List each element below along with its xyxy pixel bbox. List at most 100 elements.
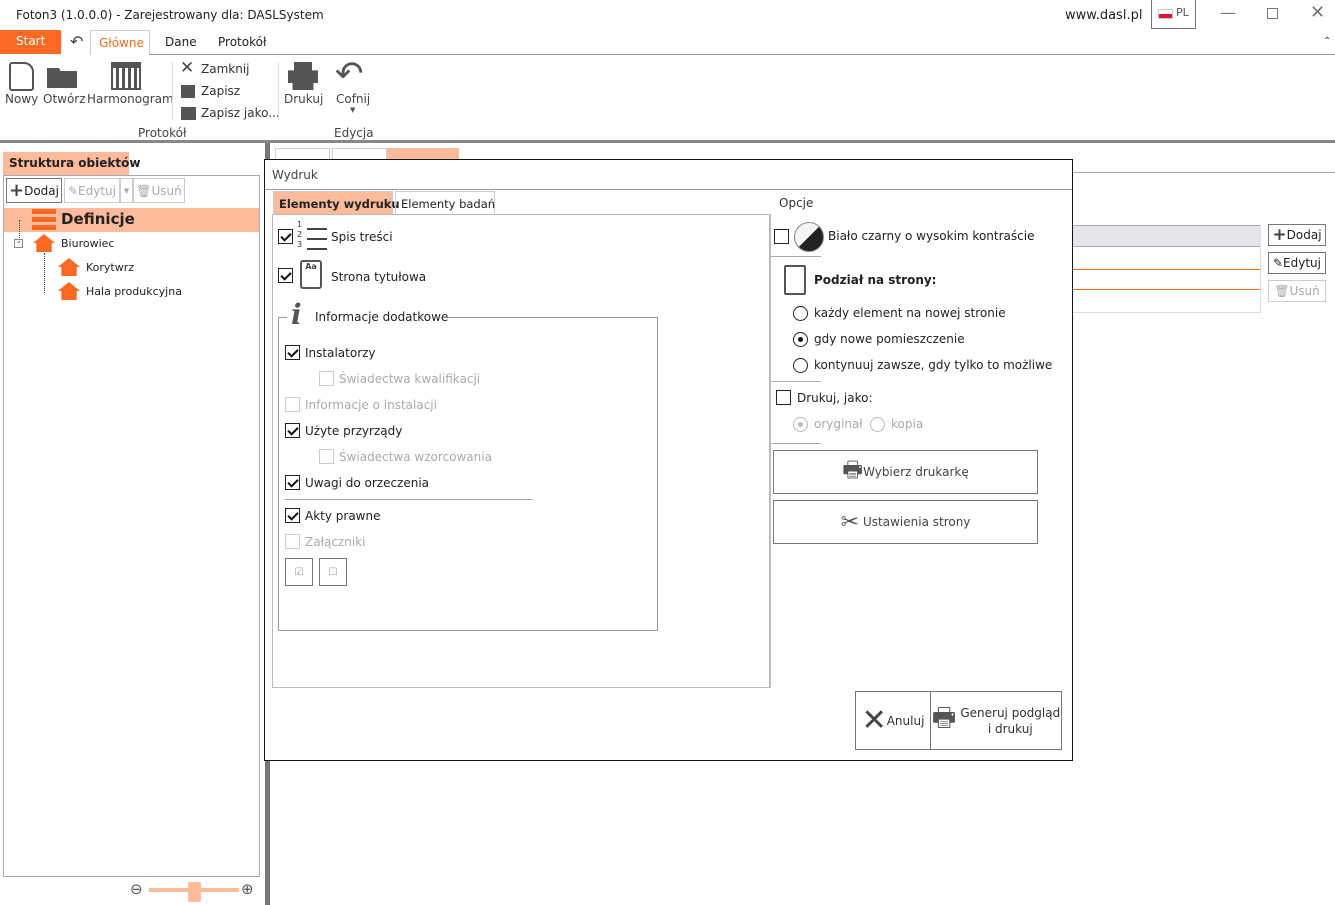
open-button[interactable]: Otwórz [43, 60, 86, 108]
bw-checkbox[interactable] [774, 229, 789, 244]
poland-flag-icon [1158, 9, 1173, 19]
tree-item-biurowiec[interactable]: Biurowiec [61, 237, 114, 250]
remarks-label: Uwagi do orzeczenia [305, 476, 430, 490]
printer-icon [288, 62, 318, 90]
print-elements-panel: 123 Spis treści Aa Strona tytułowa i Inf… [272, 214, 770, 688]
dialog-title: Wydruk [272, 168, 318, 182]
website-link[interactable]: www.dasl.pl [1065, 8, 1142, 23]
generate-print-button[interactable]: 🖶 Generuj podgląd i drukuj [930, 691, 1062, 750]
print-button[interactable]: Drukuj [284, 60, 324, 108]
bw-label: Biało czarny o wysokim kontraście [828, 229, 1035, 243]
schedule-button[interactable]: Harmonogram [87, 60, 174, 108]
choose-printer-button[interactable]: 🖶 Wybierz drukarkę [773, 450, 1038, 494]
tab-protokol[interactable]: Protokół [218, 35, 266, 49]
tree-item[interactable]: Korytwrz [86, 261, 134, 274]
qualifications-label: Świadectwa kwalifikacji [339, 372, 481, 386]
title-page-icon: Aa [300, 260, 322, 289]
undo-icon: ↶ [335, 54, 364, 94]
quick-undo-icon[interactable]: ↶ [70, 32, 83, 51]
language-button[interactable]: PL [1151, 0, 1196, 29]
title-page-checkbox[interactable] [278, 268, 293, 283]
edit-dropdown[interactable]: ▼ [120, 178, 133, 203]
floppy-multiple-icon [181, 107, 196, 120]
close-button[interactable]: ✕ [1310, 2, 1325, 23]
tab-glowne[interactable]: Główne [90, 30, 150, 55]
undo-button[interactable]: ↶ Cofnij ▼ [335, 54, 371, 118]
list-icon [32, 209, 56, 231]
contrast-icon [794, 222, 824, 252]
split-continue-label: kontynuuj zawsze, gdy tylko to możliwe [814, 358, 1053, 372]
collapse-ribbon-icon[interactable]: ⌃ [1323, 36, 1331, 47]
check-all-button[interactable]: ☑ [285, 558, 313, 586]
attachments-checkbox[interactable] [285, 534, 300, 549]
tab-print-elements[interactable]: Elementy wydruku [273, 191, 400, 215]
delete-button[interactable]: 🗑 Usuń [133, 178, 185, 203]
installers-label: Instalatorzy [305, 346, 376, 360]
zoom-in-icon[interactable]: ⊕ [241, 880, 254, 898]
legal-acts-label: Akty prawne [305, 509, 381, 523]
split-room-radio[interactable] [793, 332, 808, 347]
split-room-label: gdy nowe pomieszczenie [814, 332, 965, 346]
cancel-x-icon: ✕ [861, 703, 887, 738]
uncheck-all-button[interactable]: ☐ [319, 558, 347, 586]
bg-delete-button[interactable]: 🗑 Usuń [1268, 280, 1326, 302]
zoom-slider-thumb[interactable] [188, 882, 201, 902]
minimize-button[interactable]: — [1220, 3, 1236, 22]
additional-info-group: i Informacje dodatkowe Instalatorzy Świa… [278, 298, 658, 631]
zoom-out-icon[interactable]: ⊖ [130, 880, 143, 898]
calibration-checkbox[interactable] [319, 449, 334, 464]
tab-test-elements[interactable]: Elementy badań [395, 191, 495, 215]
cancel-button[interactable]: ✕ Anuluj [855, 691, 931, 750]
attachments-label: Załączniki [305, 535, 366, 549]
tab-dane[interactable]: Dane [165, 35, 197, 49]
window-title: Foton3 (1.0.0.0) - Zarejestrowany dla: D… [16, 8, 324, 22]
tree-item-definicje[interactable]: Definicje [4, 208, 259, 232]
save-button[interactable]: Zapisz [180, 82, 270, 100]
title-page-label: Strona tytułowa [331, 270, 427, 284]
split-header: Podział na strony: [814, 273, 937, 287]
ribbon-group-edycja: Edycja [334, 126, 374, 140]
trash-icon: 🗑 [136, 183, 152, 198]
original-label: oryginał [814, 417, 863, 431]
page-break-icon [784, 265, 806, 295]
legal-acts-checkbox[interactable] [285, 508, 300, 523]
start-button[interactable]: Start [0, 30, 61, 54]
toc-label: Spis treści [331, 230, 393, 244]
tab-structure[interactable]: Struktura obiektów [3, 152, 140, 176]
toc-checkbox[interactable] [278, 229, 293, 244]
new-button[interactable]: Nowy [5, 60, 41, 108]
remarks-checkbox[interactable] [285, 475, 300, 490]
split-continue-radio[interactable] [793, 358, 808, 373]
printer-icon: 🖶 [931, 702, 957, 733]
tree-item[interactable]: Hala produkcyjna [86, 285, 182, 298]
maximize-button[interactable] [1267, 8, 1278, 19]
installers-checkbox[interactable] [285, 345, 300, 360]
close-protocol-button[interactable]: ✕ Zamknij [180, 58, 270, 78]
page-setup-button[interactable]: ✂ Ustawienia strony [773, 500, 1038, 544]
folder-icon [47, 68, 77, 88]
print-as-checkbox[interactable] [776, 390, 791, 405]
language-label: PL [1176, 6, 1189, 19]
split-each-radio[interactable] [793, 306, 808, 321]
pencil-icon: ✎ [67, 183, 79, 198]
group-title: Informacje dodatkowe [315, 310, 449, 324]
ribbon-group-protokol: Protokół [138, 126, 187, 140]
save-as-button[interactable]: Zapisz jako... [180, 104, 280, 122]
qualifications-checkbox[interactable] [319, 371, 334, 386]
installation-info-label: Informacje o instalacji [305, 398, 437, 412]
instruments-checkbox[interactable] [285, 423, 300, 438]
collapse-toggle[interactable]: - [14, 239, 23, 248]
printer-icon: 🖶 [842, 458, 864, 483]
edit-button[interactable]: ✎ Edytuj [64, 178, 120, 203]
close-x-icon: ✕ [180, 58, 195, 78]
copy-radio[interactable] [870, 417, 885, 432]
original-radio[interactable] [793, 417, 808, 432]
add-button[interactable]: + Dodaj [6, 178, 62, 203]
tools-icon: ✂ [840, 509, 859, 535]
structure-panel [3, 175, 260, 877]
installation-info-checkbox[interactable] [285, 397, 300, 412]
numbered-list-icon: 123 [297, 220, 327, 252]
print-as-label: Drukuj, jako: [797, 391, 873, 405]
bg-add-button[interactable]: + Dodaj [1268, 224, 1326, 246]
bg-edit-button[interactable]: ✎ Edytuj [1268, 252, 1326, 274]
